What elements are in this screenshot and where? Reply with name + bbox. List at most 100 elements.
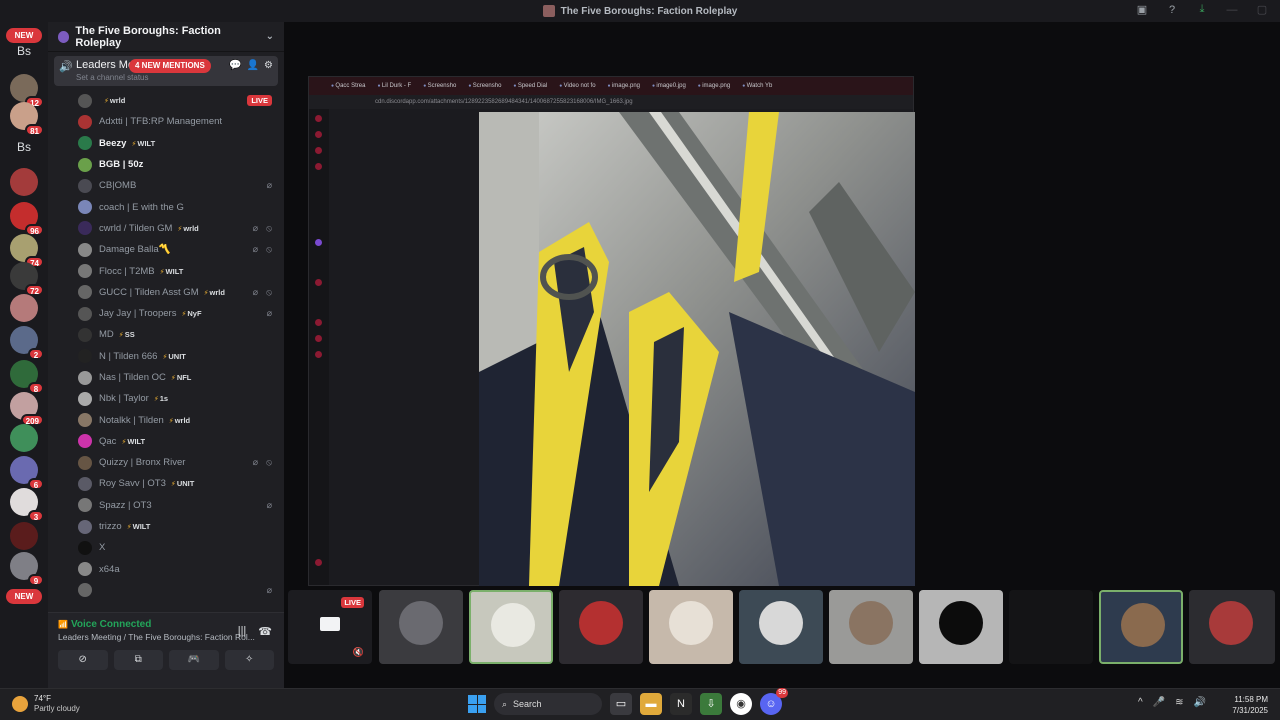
- download-icon[interactable]: ⤓: [1194, 3, 1210, 16]
- voice-member[interactable]: Adxtti | TFB:RP Management: [48, 111, 284, 132]
- discord-icon[interactable]: ☺ 99: [760, 688, 788, 715]
- activity-button[interactable]: 🎮: [169, 650, 219, 670]
- voice-member[interactable]: Jay Jay | Troopers NyF ⌀: [48, 303, 284, 324]
- microphone-icon[interactable]: 🎤: [1153, 697, 1165, 708]
- chat-icon[interactable]: 💬: [229, 60, 241, 71]
- server-icon[interactable]: [10, 522, 38, 550]
- participant-tile-selected[interactable]: [469, 590, 553, 664]
- help-icon[interactable]: ?: [1164, 4, 1180, 16]
- weather-widget[interactable]: 74°F Partly cloudy: [12, 694, 80, 713]
- voice-member[interactable]: cwrld / Tilden GM wrld ⦸ ⌀: [48, 218, 284, 239]
- server-icon[interactable]: 81: [10, 102, 44, 136]
- participant-tile[interactable]: [829, 590, 913, 664]
- volume-muted-icon[interactable]: 🔇: [353, 647, 364, 658]
- voice-channel-leaders[interactable]: 🔊 Leaders Me Set a channel status 4 NEW …: [54, 56, 278, 86]
- voice-member[interactable]: Nbk | Taylor 1s: [48, 388, 284, 409]
- voice-member[interactable]: trizzo WILT: [48, 516, 284, 537]
- member-tag: wrld: [204, 288, 225, 297]
- voice-member[interactable]: CB|OMB ⌀: [48, 175, 284, 196]
- chevron-down-icon[interactable]: ⌄: [266, 31, 274, 42]
- clock[interactable]: 11:58 PM 7/31/2025: [1232, 694, 1268, 716]
- minimize-icon[interactable]: —: [1224, 4, 1240, 16]
- server-icon[interactable]: 74: [10, 234, 44, 268]
- chrome-icon[interactable]: ◉: [730, 693, 752, 715]
- app-icon[interactable]: ⇩: [700, 693, 722, 715]
- server-icon[interactable]: 72: [10, 262, 44, 296]
- wifi-icon[interactable]: ≋: [1175, 697, 1183, 708]
- server-icon[interactable]: 209: [10, 392, 44, 426]
- channel-status[interactable]: Set a channel status: [76, 73, 278, 82]
- server-icon[interactable]: 9: [10, 552, 44, 586]
- voice-member[interactable]: Beezy WILT: [48, 133, 284, 154]
- notion-icon[interactable]: N: [670, 693, 692, 715]
- new-pill-top[interactable]: NEW: [6, 28, 42, 43]
- server-name: The Five Boroughs: Faction Roleplay: [75, 24, 221, 49]
- server-text-bs-2[interactable]: Bs: [10, 140, 38, 154]
- voice-member[interactable]: Nas | Tilden OC NFL: [48, 367, 284, 388]
- shared-screen[interactable]: Qacc Strea Lil Durk - F Screensho Screensho…: [308, 76, 915, 586]
- inbox-icon[interactable]: ▣: [1134, 3, 1150, 16]
- avatar: [78, 349, 92, 364]
- voice-member[interactable]: Flocc | T2MB WILT: [48, 260, 284, 281]
- server-icon[interactable]: [10, 294, 38, 322]
- member-name: BGB | 50z: [99, 159, 144, 171]
- voice-member[interactable]: Roy Savv | OT3 UNIT: [48, 473, 284, 494]
- task-view-icon[interactable]: ▭: [610, 693, 632, 715]
- server-icon[interactable]: 3: [10, 488, 44, 522]
- participant-tile[interactable]: [649, 590, 733, 664]
- server-icon[interactable]: 8: [10, 360, 44, 394]
- noise-suppression-icon[interactable]: |||: [238, 625, 247, 638]
- file-explorer-icon[interactable]: ▬: [640, 693, 662, 715]
- voice-member[interactable]: Damage Balla〽️ ⦸ ⌀: [48, 239, 284, 260]
- server-icon[interactable]: 12: [10, 74, 44, 108]
- participant-tile[interactable]: [919, 590, 1003, 664]
- voice-member[interactable]: coach | E with the G: [48, 196, 284, 217]
- taskbar-search[interactable]: ⌕ Search: [494, 693, 602, 715]
- voice-member[interactable]: x64a: [48, 559, 284, 580]
- voice-member[interactable]: BGB | 50z: [48, 154, 284, 175]
- avatar: [1121, 603, 1165, 647]
- muted-mic-icon: ⌀: [252, 244, 258, 255]
- invite-icon[interactable]: 👤: [247, 60, 259, 71]
- voice-member[interactable]: GUCC | Tilden Asst GM wrld ⦸ ⌀: [48, 282, 284, 303]
- participant-tile[interactable]: [379, 590, 463, 664]
- screen-share-button[interactable]: ⧉: [113, 650, 163, 670]
- voice-member[interactable]: N | Tilden 666 UNIT: [48, 346, 284, 367]
- participant-tile-speaking[interactable]: [1099, 590, 1183, 664]
- server-icon[interactable]: 96: [10, 202, 44, 236]
- maximize-icon[interactable]: ▢: [1254, 3, 1270, 16]
- avatar: [78, 476, 92, 491]
- participant-tile[interactable]: [559, 590, 643, 664]
- voice-member[interactable]: X: [48, 537, 284, 558]
- camera-off-button[interactable]: ⊘: [58, 650, 108, 670]
- server-text-bs[interactable]: Bs: [10, 44, 38, 58]
- voice-channel-path[interactable]: Leaders Meeting / The Five Boroughs: Fac…: [58, 632, 258, 642]
- chevron-up-icon[interactable]: ^: [1138, 697, 1143, 708]
- gear-icon[interactable]: ⚙: [264, 60, 273, 71]
- server-header[interactable]: The Five Boroughs: Faction Roleplay ⌄: [48, 22, 284, 52]
- participant-tile[interactable]: [1189, 590, 1275, 664]
- participant-tile[interactable]: [739, 590, 823, 664]
- participant-tile[interactable]: [1009, 590, 1093, 664]
- soundboard-button[interactable]: ✧: [224, 650, 274, 670]
- voice-member[interactable]: ⌀: [48, 580, 284, 601]
- voice-member[interactable]: MD SS: [48, 324, 284, 345]
- voice-member[interactable]: Notalkk | Tilden wrld: [48, 409, 284, 430]
- server-icon[interactable]: 6: [10, 456, 44, 490]
- new-pill-bottom[interactable]: NEW: [6, 589, 42, 604]
- my-stream-tile[interactable]: LIVE 🔇: [288, 590, 372, 664]
- channel-sidebar: The Five Boroughs: Faction Roleplay ⌄ 🔊 …: [48, 22, 284, 688]
- voice-member[interactable]: Quizzy | Bronx River ⦸ ⌀: [48, 452, 284, 473]
- server-icon[interactable]: [10, 168, 38, 196]
- new-mentions-pill[interactable]: 4 NEW MENTIONS: [129, 59, 211, 73]
- windows-start-icon[interactable]: [468, 695, 486, 713]
- member-name: Quizzy | Bronx River: [99, 457, 186, 469]
- voice-member[interactable]: Qac WILT: [48, 431, 284, 452]
- voice-member[interactable]: wrld LIVE: [48, 90, 284, 111]
- disconnect-icon[interactable]: ☎: [258, 625, 272, 638]
- server-icon[interactable]: [10, 424, 38, 452]
- voice-member[interactable]: Spazz | OT3 ⌀: [48, 495, 284, 516]
- server-icon[interactable]: 2: [10, 326, 44, 360]
- speaker-icon[interactable]: 🔊: [1194, 697, 1206, 708]
- member-tag: WILT: [127, 522, 151, 531]
